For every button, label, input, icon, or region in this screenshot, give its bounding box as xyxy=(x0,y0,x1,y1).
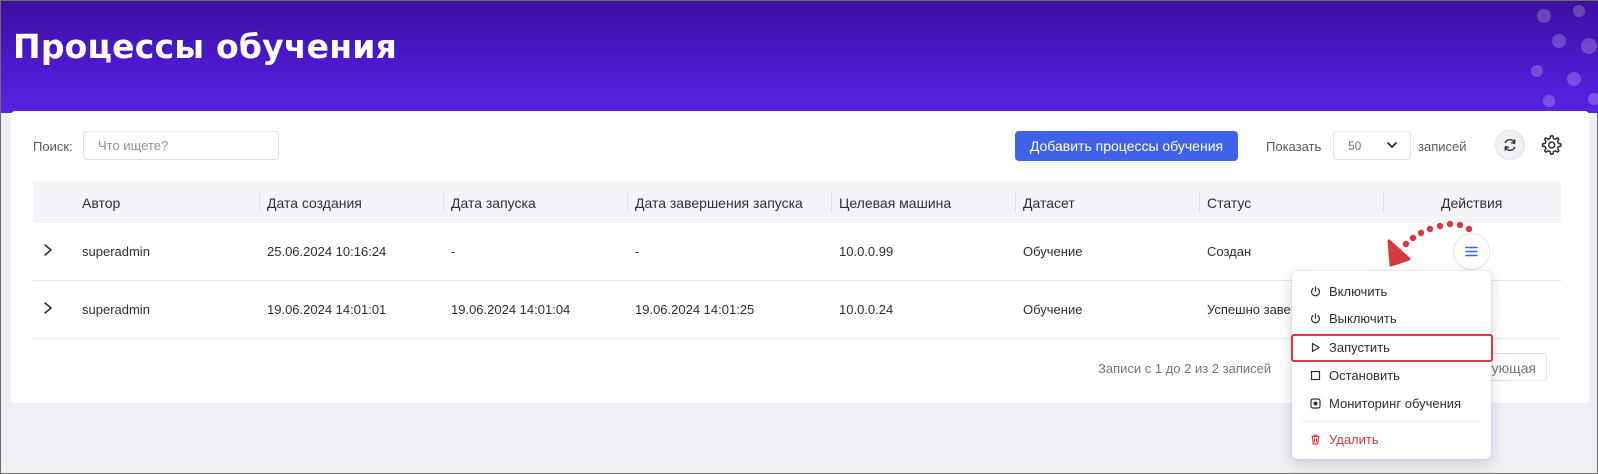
column-header-dataset[interactable]: Датасет xyxy=(1023,195,1075,211)
gear-icon[interactable] xyxy=(1540,134,1562,156)
cell-status: Создан xyxy=(1207,244,1252,259)
chevron-right-icon[interactable] xyxy=(42,301,54,315)
column-header-author[interactable]: Автор xyxy=(82,195,120,211)
column-header-machine[interactable]: Целевая машина xyxy=(839,195,951,211)
annotation-arrow xyxy=(1387,220,1473,267)
cell-created: 25.06.2024 10:16:24 xyxy=(267,244,387,259)
records-label: записей xyxy=(1418,139,1467,154)
chevron-right-icon[interactable] xyxy=(42,243,54,257)
cell-finished: - xyxy=(635,244,640,259)
page-size-label: Показать xyxy=(1266,139,1322,154)
mascot-pattern-decoration xyxy=(1531,5,1598,107)
trash-icon xyxy=(1311,434,1320,445)
menu-item-delete[interactable]: Удалить xyxy=(1292,427,1491,453)
cell-author: superadmin xyxy=(82,302,150,317)
cell-machine: 10.0.0.24 xyxy=(839,302,894,317)
search-input[interactable] xyxy=(83,131,279,160)
menu-item-stop[interactable]: Остановить xyxy=(1292,363,1491,389)
column-header-actions: Действия xyxy=(1441,195,1503,211)
power-icon xyxy=(1310,286,1321,297)
column-header-status[interactable]: Статус xyxy=(1207,195,1251,211)
cell-dataset: Обучение xyxy=(1023,302,1083,317)
menu-item-label: Мониторинг обучения xyxy=(1329,396,1462,411)
menu-item-label: Выключить xyxy=(1329,311,1397,326)
add-training-process-button[interactable]: Добавить процессы обучения xyxy=(1015,131,1238,161)
page-header: Процессы обучения xyxy=(1,1,1598,113)
menu-item-label: Остановить xyxy=(1329,368,1400,383)
refresh-icon xyxy=(1504,139,1516,151)
cell-started: 19.06.2024 14:01:04 xyxy=(451,302,571,317)
menu-divider xyxy=(1302,421,1481,422)
next-page-label: ующая xyxy=(1491,360,1536,376)
page-size-select[interactable]: 50 xyxy=(1333,131,1411,160)
cell-machine: 10.0.0.99 xyxy=(839,244,894,259)
column-header-created[interactable]: Дата создания xyxy=(267,195,362,211)
column-header-started[interactable]: Дата запуска xyxy=(451,195,536,211)
page-title: Процессы обучения xyxy=(13,27,397,66)
cell-status: Успешно заве xyxy=(1207,302,1291,317)
row-actions-menu: Включить Выключить Запустить Остановить … xyxy=(1292,271,1491,459)
cell-author: superadmin xyxy=(82,244,150,259)
pagination-info: Записи с 1 до 2 из 2 записей xyxy=(1098,361,1272,376)
menu-item-enable[interactable]: Включить xyxy=(1292,279,1491,305)
cell-created: 19.06.2024 14:01:01 xyxy=(267,302,387,317)
cell-dataset: Обучение xyxy=(1023,244,1083,259)
page-size-value: 50 xyxy=(1348,139,1362,153)
stop-icon xyxy=(1310,370,1321,381)
column-header-finished[interactable]: Дата завершения запуска xyxy=(635,195,803,211)
cell-finished: 19.06.2024 14:01:25 xyxy=(635,302,755,317)
monitor-icon xyxy=(1310,398,1321,409)
annotation-highlight-box xyxy=(1291,334,1493,362)
table-header: Автор Дата создания Дата запуска Дата за… xyxy=(33,181,1561,223)
menu-item-label: Удалить xyxy=(1329,432,1379,447)
chevron-down-icon xyxy=(1387,142,1397,148)
menu-item-disable[interactable]: Выключить xyxy=(1292,306,1491,332)
cell-started: - xyxy=(451,244,456,259)
power-icon xyxy=(1310,313,1321,324)
menu-item-label: Включить xyxy=(1329,284,1388,299)
refresh-button[interactable] xyxy=(1495,130,1525,160)
search-label: Поиск: xyxy=(33,139,73,154)
menu-item-monitoring[interactable]: Мониторинг обучения xyxy=(1292,391,1491,417)
